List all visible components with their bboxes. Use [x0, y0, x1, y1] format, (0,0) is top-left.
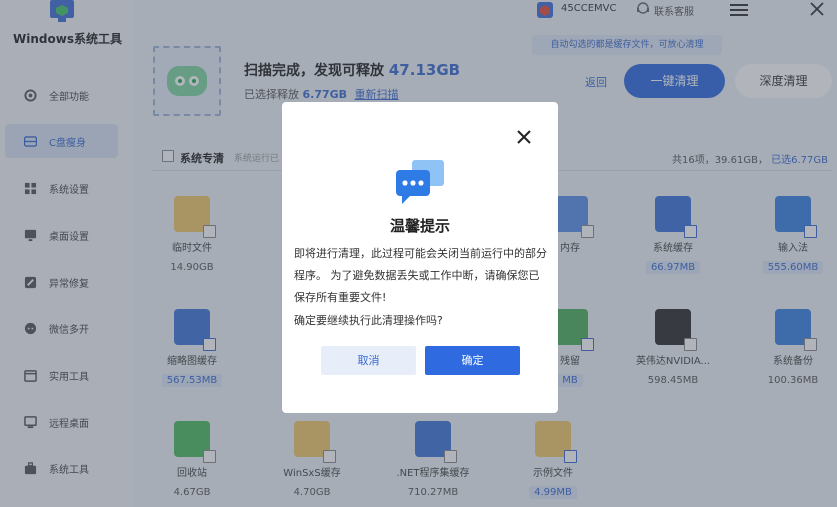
dialog-title: 温馨提示: [389, 217, 450, 235]
cancel-button[interactable]: 取消: [321, 346, 416, 375]
close-icon[interactable]: [516, 129, 532, 145]
chat-bubble-icon: [396, 160, 444, 204]
dialog-message: 即将进行清理，此过程可能会关闭当前运行中的部分程序。 为了避免数据丢失或工作中断…: [294, 247, 547, 304]
confirm-button[interactable]: 确定: [425, 346, 520, 375]
dialog-confirm-question: 确定要继续执行此清理操作吗?: [294, 314, 443, 327]
confirm-dialog: 温馨提示 即将进行清理，此过程可能会关闭当前运行中的部分程序。 为了避免数据丢失…: [282, 102, 558, 413]
